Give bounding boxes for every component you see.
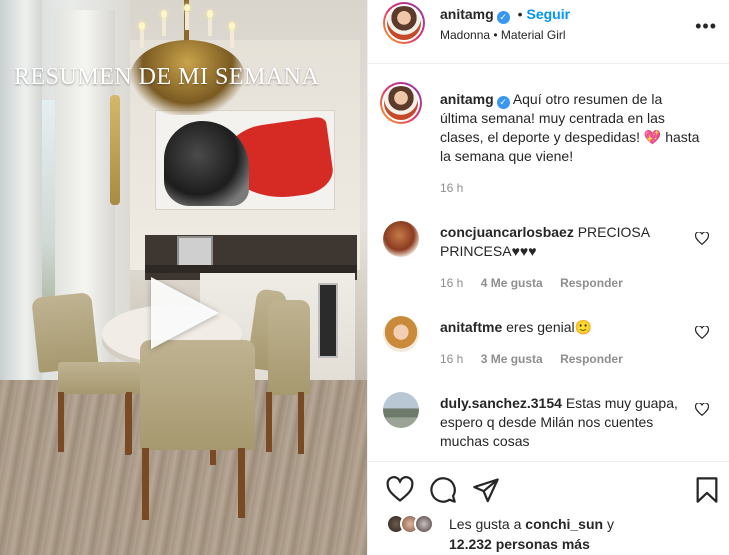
avatar[interactable] [383,221,419,257]
comment-username[interactable]: anitaftme [440,319,502,335]
comment-time[interactable]: 16 h [440,352,463,366]
play-button[interactable] [151,277,221,349]
comments-list[interactable]: anitamg ✓ Aquí otro resumen de la última … [368,65,729,461]
list-item: concjuancarlosbaez PRECIOSA PRINCESA♥♥♥ … [383,221,723,301]
comment-time[interactable]: 16 h [440,276,463,290]
verified-badge-icon: ✓ [496,96,510,109]
likes-prefix: Les gusta a [449,516,522,532]
caption-time[interactable]: 16 h [440,181,463,195]
play-icon [151,277,219,349]
avatar [414,514,434,534]
chair [31,292,99,373]
chair [140,340,255,450]
post-header: anitamg ✓ • Seguir Madonna • Material Girl… [368,0,729,64]
paper-plane-icon[interactable] [472,476,500,504]
avatar[interactable] [383,2,425,44]
author-username[interactable]: anitamg [440,6,494,22]
comment-text: eres genial🙂 [506,319,593,335]
chair [58,362,140,394]
video-overlay-title: RESUMEN DE MI SEMANA [14,64,320,90]
comment-likes[interactable]: 3 Me gusta [481,352,543,366]
post-side-panel: anitamg ✓ • Seguir Madonna • Material Girl… [367,0,729,555]
likes-count[interactable]: 12.232 personas más [449,536,590,552]
avatar[interactable] [383,392,419,428]
bookmark-icon[interactable] [693,476,721,504]
reply-button[interactable]: Responder [560,276,623,290]
chair [268,300,310,395]
liker-username[interactable]: conchi_sun [525,516,603,532]
likes-suffix: y [606,516,614,532]
separator-dot: • [517,6,523,22]
caption: anitamg ✓ Aquí otro resumen de la última … [380,82,723,205]
post-location[interactable]: Madonna • Material Girl [440,28,566,42]
chandelier [110,0,260,125]
reply-button[interactable]: Responder [560,352,623,366]
follow-button[interactable]: Seguir [526,6,570,22]
list-item: duly.sanchez.3154 Estas muy guapa, esper… [383,392,723,461]
comment-heart-icon[interactable] [695,326,709,339]
comment-username[interactable]: duly.sanchez.3154 [440,395,562,411]
heart-icon[interactable] [386,476,414,504]
verified-badge-icon: ✓ [496,11,510,24]
comment-heart-icon[interactable] [695,232,709,245]
post-video[interactable]: RESUMEN DE MI SEMANA [0,0,367,555]
comment-username[interactable]: concjuancarlosbaez [440,224,574,240]
action-bar: Les gusta a conchi_sun y 12.232 personas… [368,461,729,555]
oven [318,283,338,358]
more-options-icon[interactable]: ••• [695,16,717,37]
wall-painting [155,110,335,210]
avatar[interactable] [380,82,422,124]
caption-username[interactable]: anitamg [440,91,494,107]
avatar[interactable] [383,316,419,352]
microwave [177,236,213,268]
comment-heart-icon[interactable] [695,403,709,416]
countertop [145,265,357,273]
comment-likes[interactable]: 4 Me gusta [481,276,543,290]
comment-icon[interactable] [429,476,457,504]
list-item: anitaftme eres genial🙂 16 h 3 Me gusta R… [383,316,723,376]
